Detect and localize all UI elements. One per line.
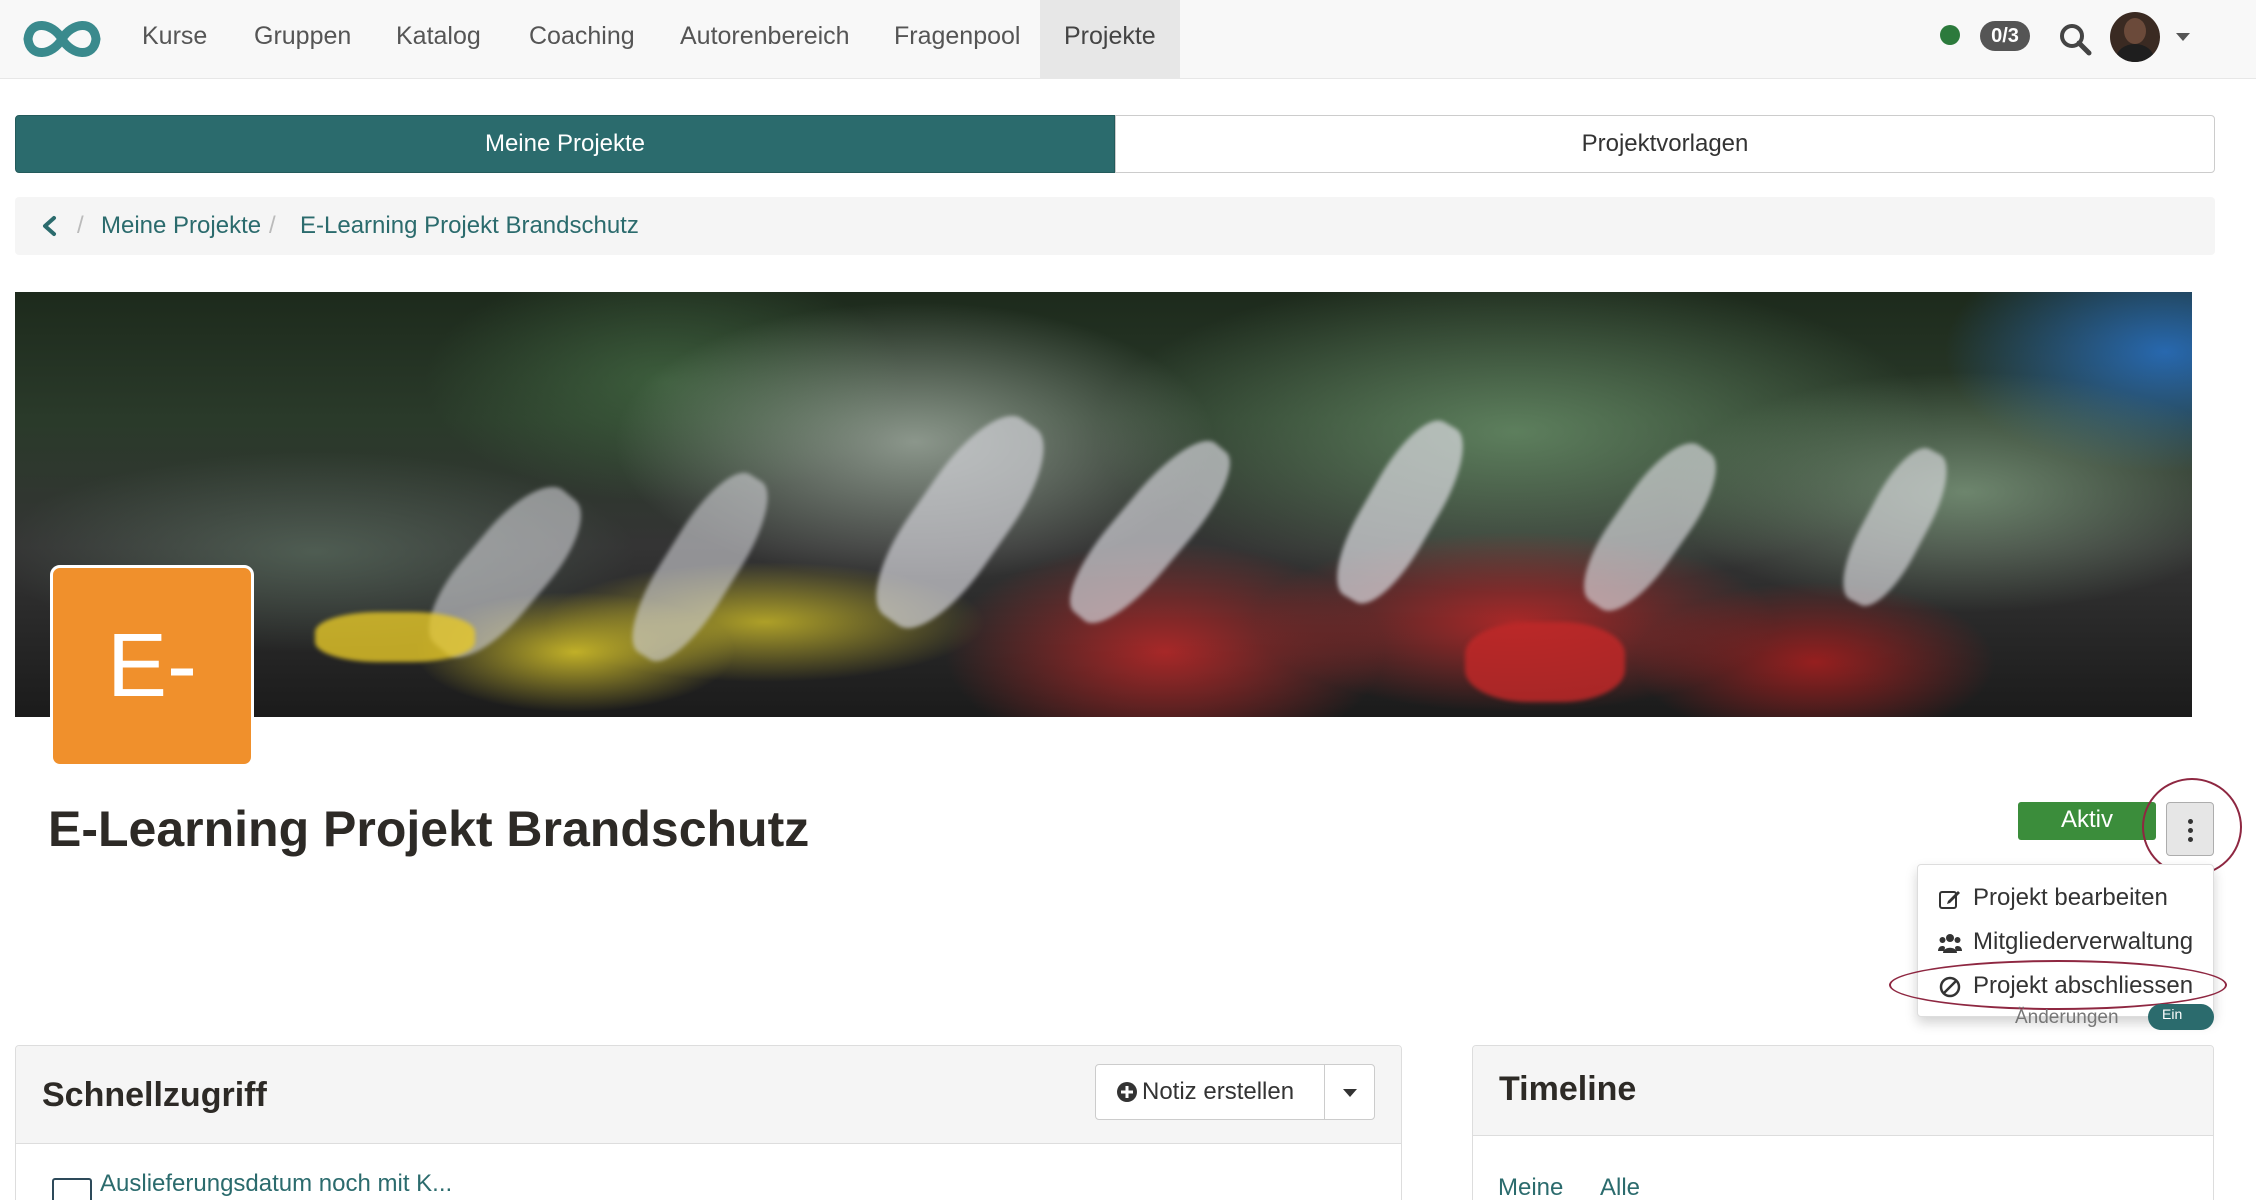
breadcrumb: / Meine Projekte / E-Learning Projekt Br… xyxy=(15,197,2215,255)
quick-access-item[interactable]: Auslieferungsdatum noch mit K... xyxy=(100,1170,452,1198)
users-icon xyxy=(1938,934,1962,953)
tab-meine-projekte[interactable]: Meine Projekte xyxy=(15,115,1115,173)
project-banner-image xyxy=(15,292,2192,717)
page-title: E-Learning Projekt Brandschutz xyxy=(48,801,810,857)
banner-shape xyxy=(854,397,1066,647)
tab-projektvorlagen[interactable]: Projektvorlagen xyxy=(1115,115,2215,173)
create-note-label: Notiz erstellen xyxy=(1142,1078,1295,1105)
openolat-logo[interactable] xyxy=(16,12,108,66)
nav-kurse[interactable]: Kurse xyxy=(118,0,231,79)
breadcrumb-separator: / xyxy=(269,212,276,239)
task-checkbox[interactable] xyxy=(52,1178,92,1200)
panel-title: Schnellzugriff xyxy=(42,1076,267,1114)
menu-item-label: Mitgliederverwaltung xyxy=(1973,928,2194,955)
toggle-label: Ein xyxy=(2162,1006,2183,1022)
chevron-down-icon[interactable] xyxy=(2176,33,2190,41)
breadcrumb-separator: / xyxy=(77,212,84,239)
menu-item-projekt-bearbeiten[interactable]: Projekt bearbeiten xyxy=(1918,877,2215,921)
status-badge[interactable]: Aktiv xyxy=(2018,802,2156,840)
edit-icon xyxy=(1939,891,1960,909)
avatar-shoulder xyxy=(2116,44,2154,62)
caret-down-icon xyxy=(1343,1089,1357,1097)
nav-gruppen[interactable]: Gruppen xyxy=(230,0,375,79)
breadcrumb-item-project[interactable]: E-Learning Projekt Brandschutz xyxy=(300,212,639,240)
banner-shape xyxy=(614,459,786,675)
banner-shape xyxy=(315,612,475,662)
nav-coaching[interactable]: Coaching xyxy=(505,0,659,79)
search-icon[interactable] xyxy=(2058,22,2092,56)
nav-projekte[interactable]: Projekte xyxy=(1040,0,1180,79)
timeline-panel: Timeline xyxy=(1472,1045,2214,1200)
menu-item-label: Projekt bearbeiten xyxy=(1973,884,2168,911)
timeline-tab-alle[interactable]: Alle xyxy=(1600,1174,1640,1200)
plus-circle-icon xyxy=(1117,1082,1137,1102)
create-note-button[interactable]: Notiz erstellen xyxy=(1095,1064,1325,1120)
avatar-face xyxy=(2124,18,2146,44)
menu-item-mitgliederverwaltung[interactable]: Mitgliederverwaltung xyxy=(1918,921,2215,965)
timeline-tab-meine[interactable]: Meine xyxy=(1498,1174,1563,1200)
changes-label: Änderungen xyxy=(2015,1007,2119,1028)
nav-fragenpool[interactable]: Fragenpool xyxy=(870,0,1044,79)
banner-shape xyxy=(1828,437,1962,617)
panel-title: Timeline xyxy=(1499,1070,1637,1108)
notification-badge[interactable]: 0/3 xyxy=(1980,21,2030,51)
banner-shape xyxy=(1319,407,1481,617)
banner-shape xyxy=(1052,425,1248,639)
banner-shape xyxy=(1566,429,1734,625)
online-status-indicator[interactable] xyxy=(1940,25,1960,45)
user-avatar[interactable] xyxy=(2110,12,2160,62)
highlight-ellipse xyxy=(1889,960,2227,1010)
banner-shape xyxy=(1465,622,1625,702)
nav-autorenbereich[interactable]: Autorenbereich xyxy=(656,0,874,79)
project-avatar: E- xyxy=(50,565,254,767)
changes-toggle[interactable]: Ein xyxy=(2148,1004,2214,1030)
highlight-circle xyxy=(2142,778,2242,876)
chevron-left-icon[interactable] xyxy=(39,215,61,237)
panel-header: Timeline xyxy=(1473,1046,2213,1136)
create-note-dropdown-button[interactable] xyxy=(1324,1064,1375,1120)
breadcrumb-item-meine-projekte[interactable]: Meine Projekte xyxy=(101,212,261,240)
nav-katalog[interactable]: Katalog xyxy=(372,0,505,79)
top-navbar: Kurse Gruppen Katalog Coaching Autorenbe… xyxy=(0,0,2256,79)
